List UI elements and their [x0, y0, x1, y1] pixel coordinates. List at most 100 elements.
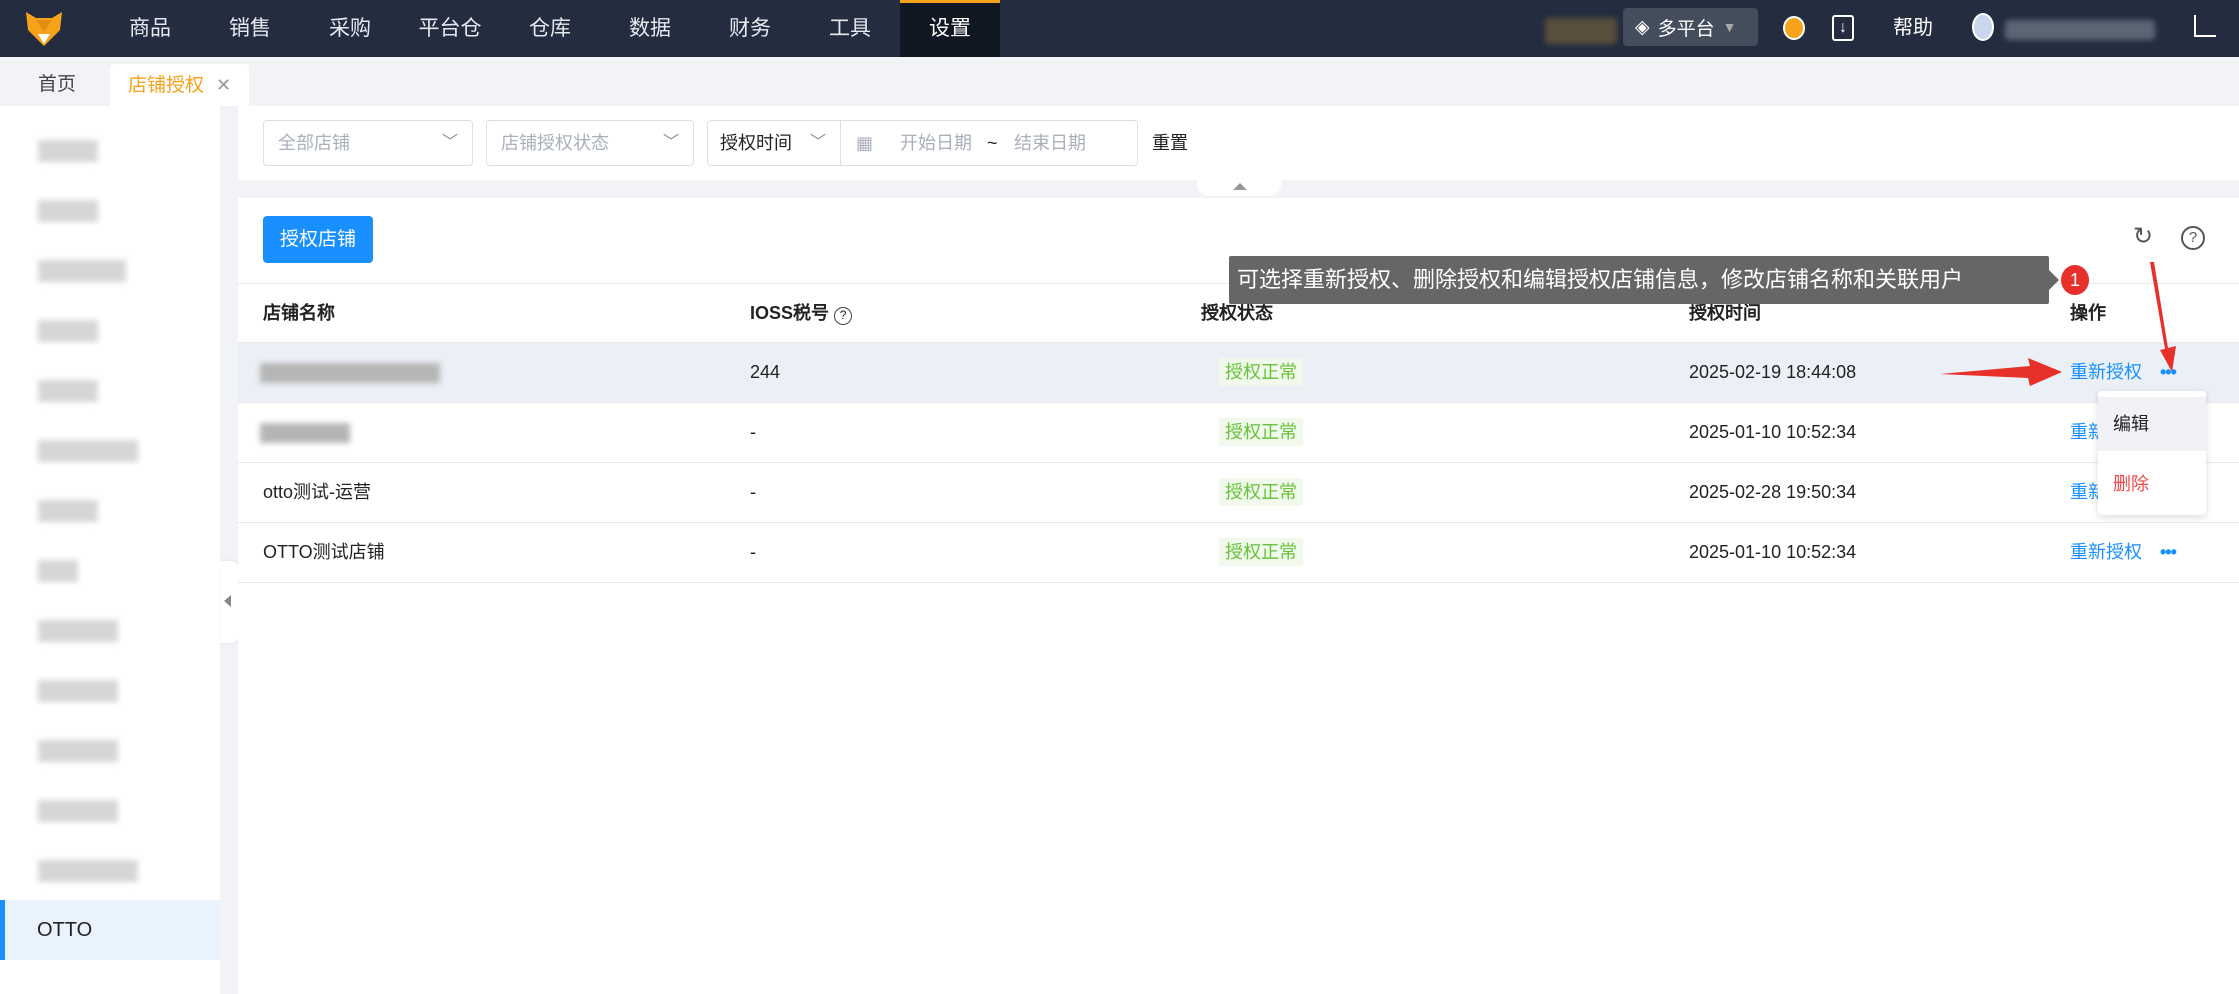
sidebar-item[interactable]: [38, 320, 98, 342]
question-circle-icon[interactable]: ?: [834, 307, 853, 325]
col-ioss-label: IOSS税号: [750, 303, 830, 323]
nav-data[interactable]: 数据: [600, 0, 700, 57]
help-circle-icon[interactable]: ?: [2181, 226, 2205, 250]
auth-time: 2025-02-19 18:44:08: [1689, 362, 1857, 382]
sidebar-item[interactable]: [38, 380, 98, 402]
sidebar-item[interactable]: [38, 440, 138, 462]
table-row: otto测试-运营 - 授权正常 2025-02-28 19:50:34 重新授…: [238, 463, 2239, 523]
ioss-value: -: [750, 482, 756, 502]
nav-tools[interactable]: 工具: [800, 0, 900, 57]
caret-down-icon: ▼: [1722, 19, 1737, 35]
status-badge-text: 授权正常: [1219, 418, 1303, 446]
layers-icon: ◈: [1635, 16, 1650, 38]
time-type-label: 授权时间: [720, 133, 792, 153]
date-separator: ~: [987, 133, 998, 153]
sidebar-item[interactable]: [38, 560, 78, 582]
step-number-badge: 1: [2061, 265, 2089, 295]
collapse-filter-toggle[interactable]: [1197, 180, 1281, 196]
download-icon[interactable]: ↓: [1832, 15, 1854, 41]
more-icon[interactable]: •••: [2160, 362, 2177, 382]
menu-item-delete[interactable]: 删除: [2098, 457, 2206, 511]
chevron-down-icon: ﹀: [662, 134, 679, 151]
col-store-name: 店铺名称: [263, 303, 335, 323]
auth-time: 2025-01-10 10:52:34: [1689, 542, 1857, 562]
close-icon[interactable]: ✕: [216, 75, 231, 95]
help-link[interactable]: 帮助: [1893, 0, 1933, 57]
auth-time: 2025-01-10 10:52:34: [1689, 422, 1857, 442]
ioss-value: 244: [750, 362, 781, 382]
reset-button[interactable]: 重置: [1152, 120, 1188, 166]
col-ioss: IOSS税号 ?: [750, 284, 853, 342]
filter-bar: 全部店铺 ﹀ 店铺授权状态 ﹀ 授权时间 ﹀ ▦ 开始日期 ~ 结束日期 重置: [238, 106, 2239, 180]
reauthorize-link[interactable]: 重新授权: [2070, 542, 2142, 562]
sidebar-item[interactable]: [38, 620, 118, 642]
tab-store-auth-label: 店铺授权: [128, 75, 205, 96]
start-date-input[interactable]: 开始日期: [900, 121, 972, 165]
ioss-value: -: [750, 542, 756, 562]
calendar-icon: ▦: [856, 133, 874, 153]
row-actions: 重新授权 •••: [2070, 523, 2177, 581]
nav-warehouse[interactable]: 仓库: [500, 0, 600, 57]
status-select[interactable]: 店铺授权状态 ﹀: [486, 120, 694, 166]
refresh-icon[interactable]: ↻: [2133, 222, 2153, 251]
store-name: OTTO测试店铺: [263, 542, 385, 562]
auth-time: 2025-02-28 19:50:34: [1689, 482, 1857, 502]
status-badge: 授权正常: [1219, 343, 1303, 386]
platform-selector[interactable]: ◈ 多平台 ▼: [1623, 8, 1758, 46]
username-blurred: [2005, 20, 2155, 40]
tab-store-auth[interactable]: 店铺授权 ✕: [110, 64, 250, 106]
nav-purchase[interactable]: 采购: [300, 0, 400, 57]
sidebar: OTTO: [0, 106, 220, 994]
sidebar-item[interactable]: [38, 140, 98, 162]
store-select-placeholder: 全部店铺: [278, 133, 350, 153]
reauthorize-link[interactable]: 重新授权: [2070, 362, 2142, 382]
fullscreen-icon[interactable]: [2194, 15, 2216, 37]
store-name-blurred: [260, 403, 350, 466]
customer-service-icon[interactable]: [1783, 16, 1805, 40]
end-date-input[interactable]: 结束日期: [1014, 121, 1086, 165]
sidebar-item[interactable]: [38, 200, 98, 222]
time-type-select[interactable]: 授权时间 ﹀: [708, 121, 841, 165]
store-name: otto测试-运营: [263, 482, 372, 502]
logo-fox-icon[interactable]: [24, 8, 64, 48]
status-badge-text: 授权正常: [1219, 358, 1303, 386]
authorize-store-button[interactable]: 授权店铺: [263, 216, 373, 263]
status-badge: 授权正常: [1219, 403, 1303, 446]
chevron-down-icon: ﹀: [441, 134, 458, 151]
nav-platform-warehouse[interactable]: 平台仓: [400, 0, 500, 57]
sidebar-item[interactable]: [38, 500, 98, 522]
tab-home[interactable]: 首页: [20, 64, 94, 106]
more-icon[interactable]: •••: [2160, 542, 2177, 562]
status-select-placeholder: 店铺授权状态: [501, 133, 609, 153]
menu-item-edit[interactable]: 编辑: [2098, 397, 2206, 451]
store-table-card: 授权店铺 ↻ ? 店铺名称 IOSS税号 ? 授权状态 授权时间 操作 244 …: [238, 198, 2239, 994]
ioss-value: -: [750, 422, 756, 442]
sidebar-item[interactable]: [38, 860, 138, 882]
tab-bar: 首页 店铺授权 ✕: [0, 57, 2239, 106]
sidebar-item[interactable]: [38, 800, 118, 822]
platform-label: 多平台: [1657, 18, 1715, 40]
status-badge-text: 授权正常: [1219, 478, 1303, 506]
more-actions-dropdown: 编辑 删除: [2098, 391, 2206, 515]
date-range: 授权时间 ﹀ ▦ 开始日期 ~ 结束日期: [707, 120, 1138, 166]
sidebar-item[interactable]: [38, 740, 118, 762]
status-badge-text: 授权正常: [1219, 538, 1303, 566]
chevron-down-icon: ﹀: [809, 134, 826, 151]
store-select[interactable]: 全部店铺 ﹀: [263, 120, 473, 166]
annotation-tooltip: 可选择重新授权、删除授权和编辑授权店铺信息，修改店铺名称和关联用户: [1229, 256, 2059, 304]
sidebar-item-otto[interactable]: OTTO: [0, 900, 220, 960]
nav-sales[interactable]: 销售: [200, 0, 300, 57]
nav-products[interactable]: 商品: [100, 0, 200, 57]
main-nav: 商品 销售 采购 平台仓 仓库 数据 财务 工具 设置: [100, 0, 1000, 57]
nav-finance[interactable]: 财务: [700, 0, 800, 57]
nav-settings[interactable]: 设置: [900, 0, 1000, 57]
table-row: - 授权正常 2025-01-10 10:52:34 重新授权•••: [238, 403, 2239, 463]
status-badge: 授权正常: [1219, 523, 1303, 566]
table-row: OTTO测试店铺 - 授权正常 2025-01-10 10:52:34 重新授权…: [238, 523, 2239, 583]
sidebar-item[interactable]: [38, 680, 118, 702]
status-badge: 授权正常: [1219, 463, 1303, 506]
avatar[interactable]: [1972, 13, 1994, 41]
store-name-blurred: [260, 343, 440, 406]
sidebar-item[interactable]: [38, 260, 126, 282]
sidebar-collapse-handle[interactable]: [220, 561, 238, 643]
